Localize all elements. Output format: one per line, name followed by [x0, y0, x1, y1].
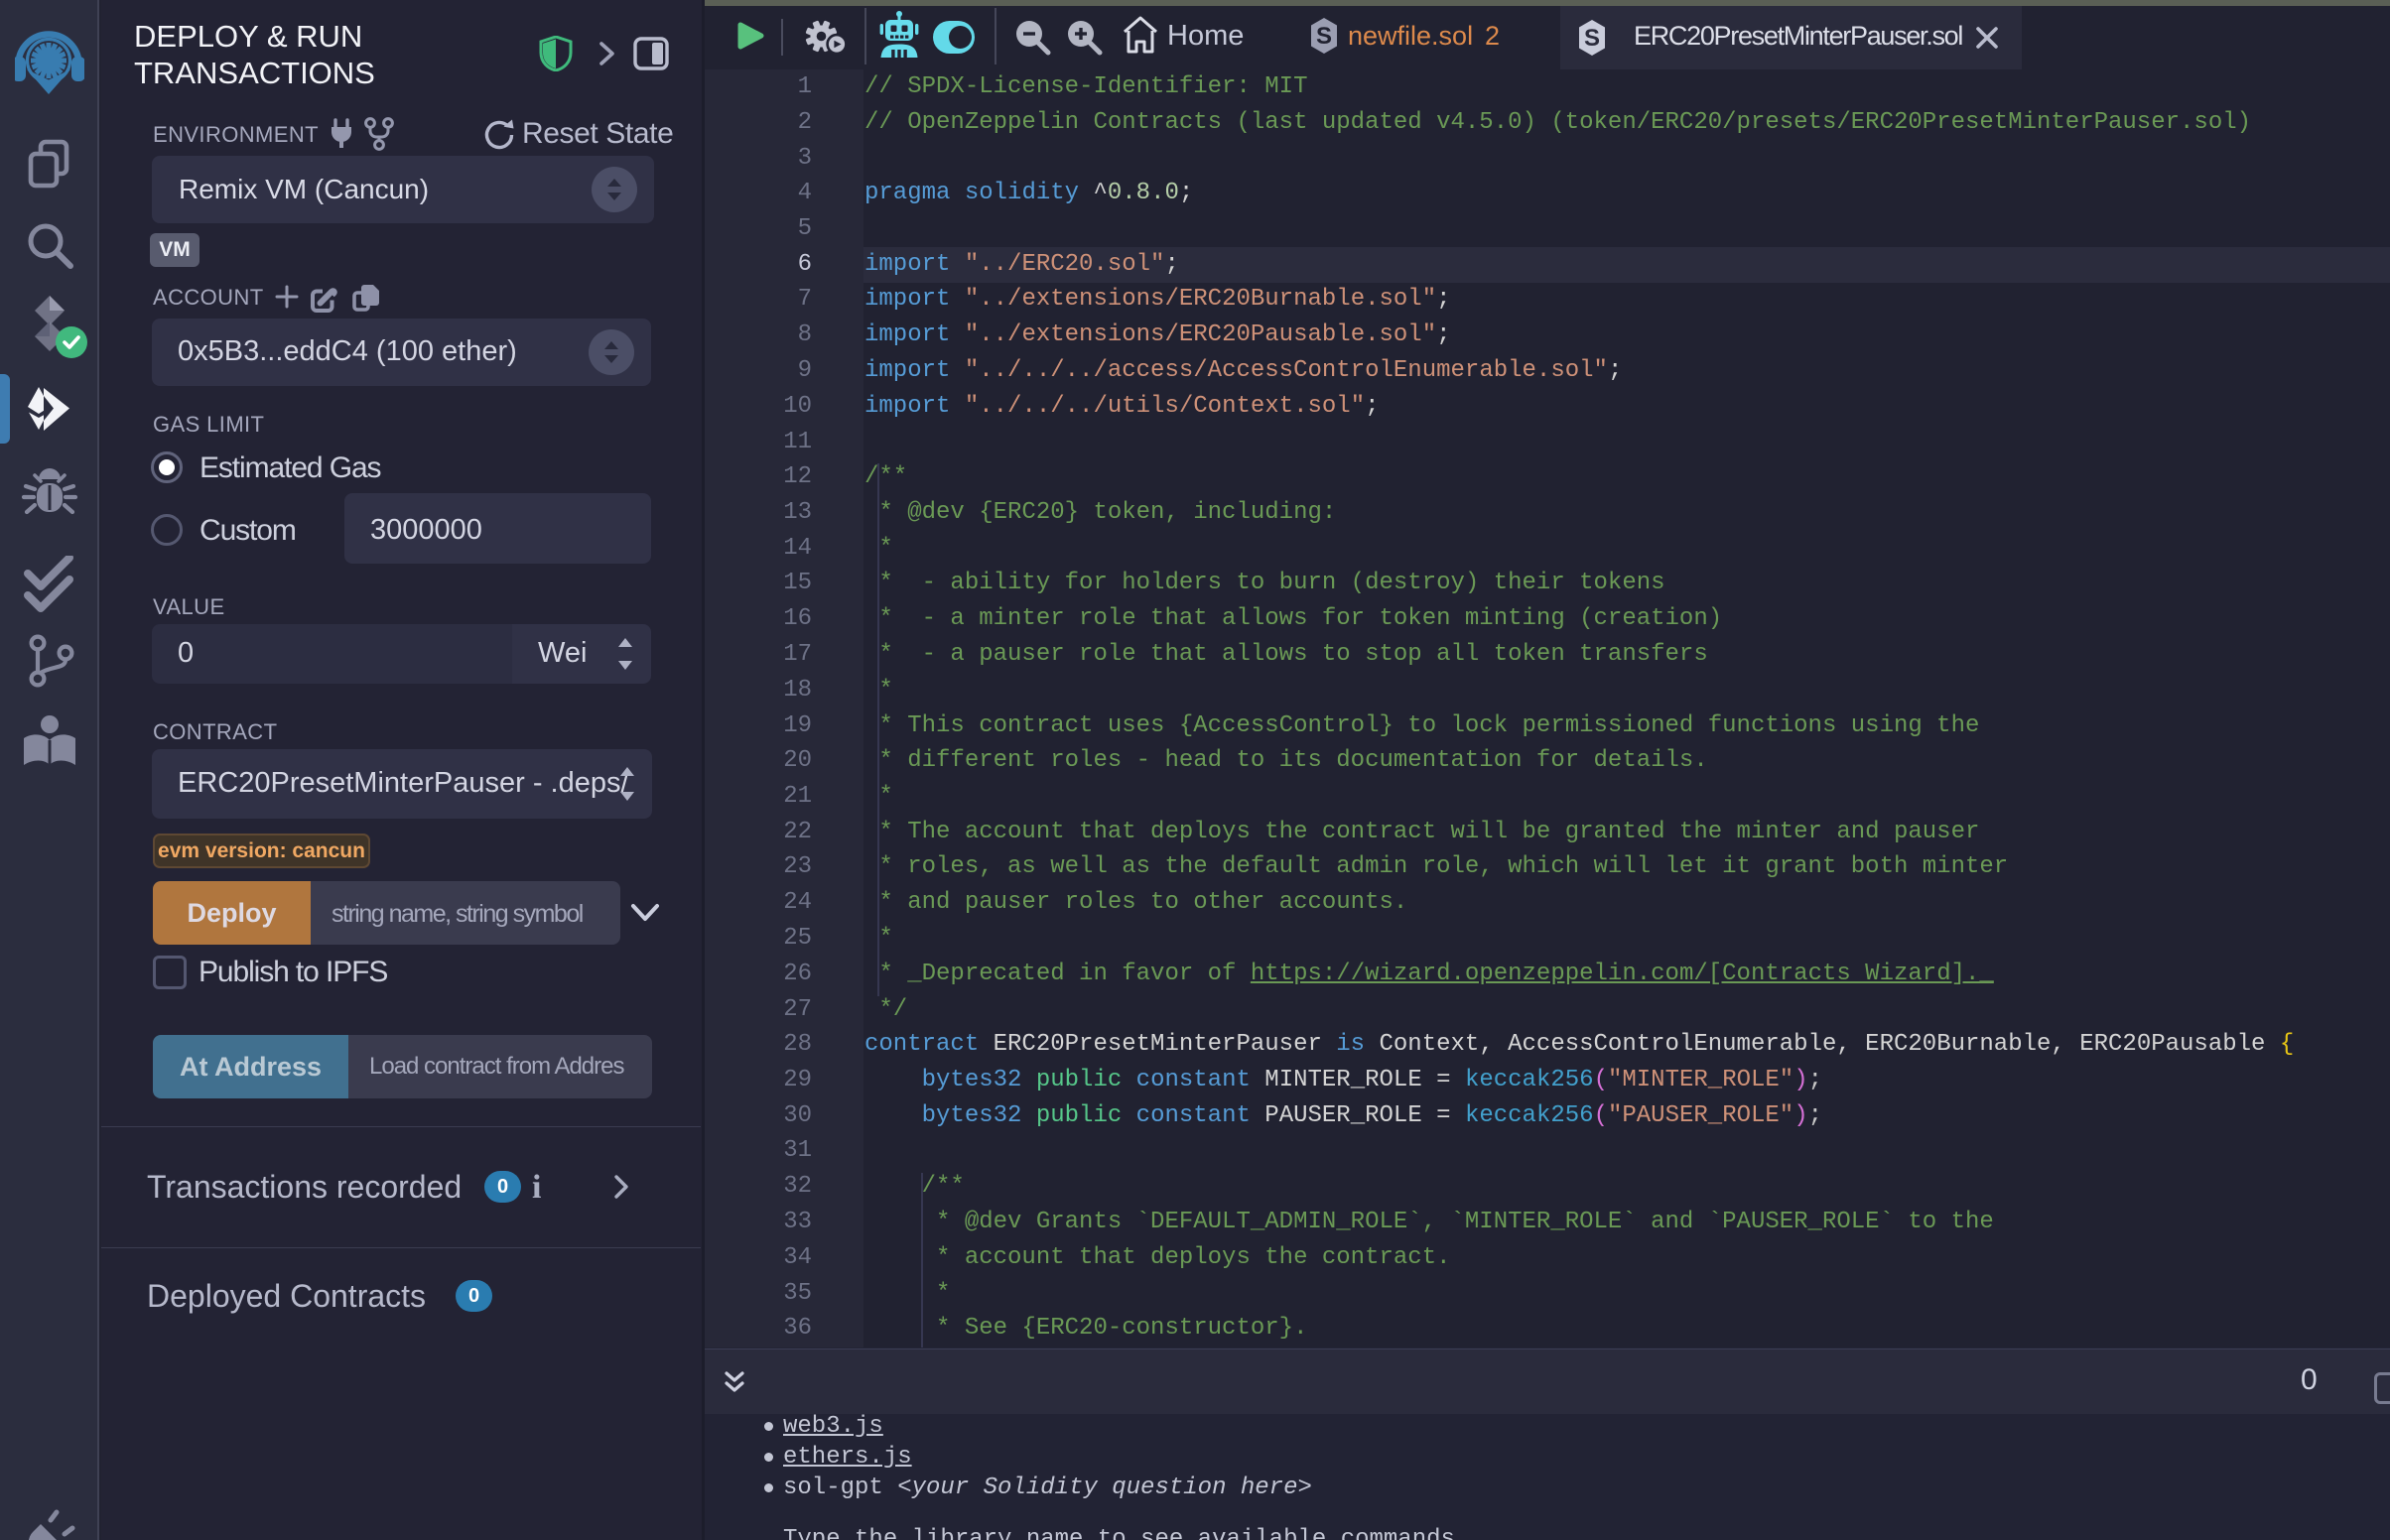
- svg-text:S: S: [1584, 25, 1600, 52]
- svg-text:S: S: [1316, 23, 1332, 50]
